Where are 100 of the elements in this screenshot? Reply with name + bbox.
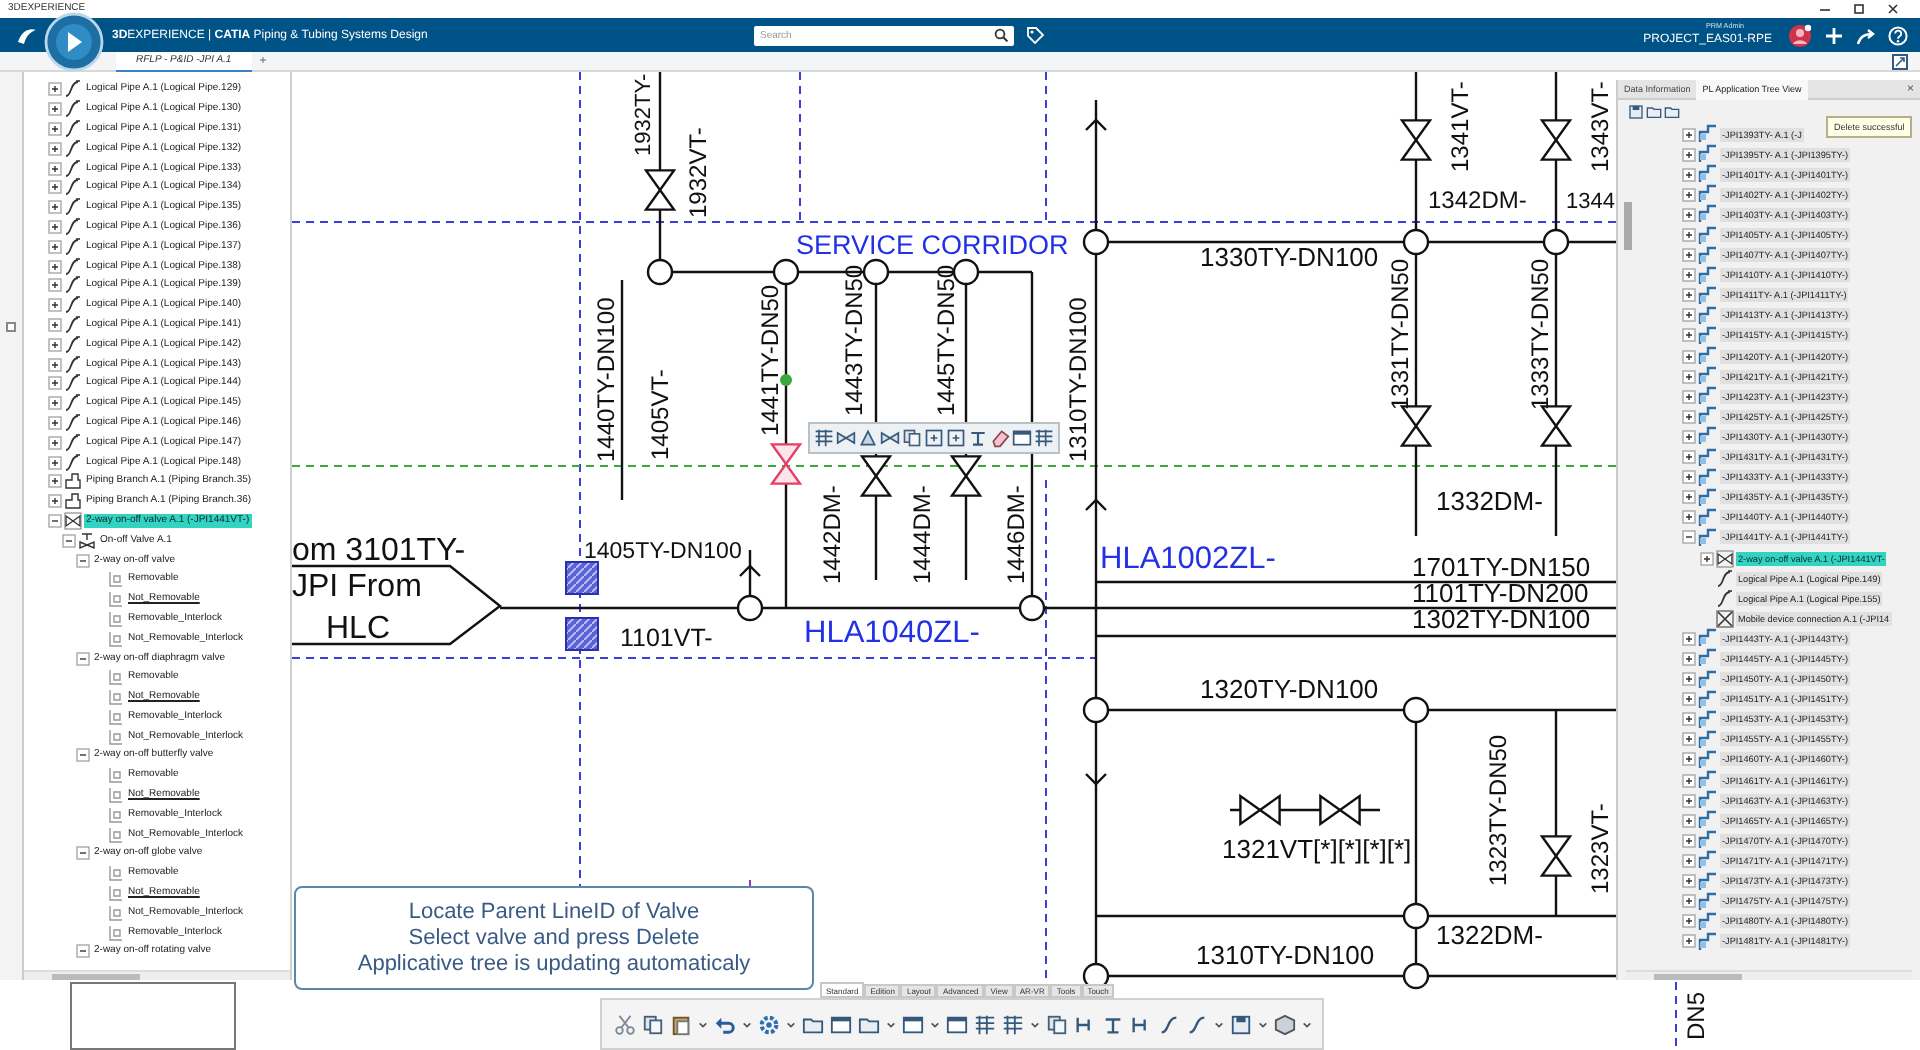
expand-icon[interactable] — [1682, 692, 1696, 707]
search-icon[interactable] — [994, 28, 1008, 42]
expand-icon[interactable] — [1682, 813, 1696, 828]
folder-icon[interactable] — [858, 1013, 880, 1035]
expand-icon[interactable] — [1892, 53, 1908, 69]
eraser-icon[interactable] — [990, 428, 1010, 448]
scroll-thumb[interactable] — [1624, 202, 1632, 250]
expand-icon[interactable] — [1682, 308, 1696, 323]
expand-icon[interactable] — [1682, 672, 1696, 687]
grid-icon[interactable] — [1034, 428, 1054, 448]
caret-icon[interactable] — [698, 1019, 708, 1029]
avatar-icon[interactable] — [1788, 23, 1812, 47]
plus-icon[interactable] — [1824, 25, 1844, 45]
collapse-icon[interactable] — [76, 651, 90, 665]
caret-icon[interactable] — [1302, 1019, 1312, 1029]
expand-icon[interactable] — [48, 180, 62, 195]
expand-icon[interactable] — [48, 161, 62, 176]
expand-icon[interactable] — [48, 357, 62, 372]
pipe-icon[interactable] — [1158, 1013, 1180, 1035]
expand-icon[interactable] — [48, 121, 62, 136]
expand-icon[interactable] — [48, 376, 62, 391]
window-icon[interactable] — [902, 1013, 924, 1035]
expand-icon[interactable] — [48, 298, 62, 313]
grid-icon[interactable] — [974, 1013, 996, 1035]
collapse-icon[interactable] — [76, 748, 90, 763]
expand-icon[interactable] — [1682, 773, 1696, 788]
expand-icon[interactable] — [1682, 228, 1696, 243]
expand-icon[interactable] — [1682, 450, 1696, 465]
caret-icon[interactable] — [886, 1019, 896, 1029]
collapse-icon[interactable] — [76, 553, 90, 568]
caret-icon[interactable] — [1030, 1019, 1040, 1029]
branch-icon[interactable] — [1074, 1013, 1096, 1035]
expand-icon[interactable] — [48, 102, 62, 117]
expand-icon[interactable] — [48, 82, 62, 97]
expand-icon[interactable] — [1682, 732, 1696, 747]
expand-icon[interactable] — [1682, 429, 1696, 444]
expand-icon[interactable] — [1682, 631, 1696, 646]
expand-icon[interactable] — [48, 396, 62, 411]
floppy-icon[interactable] — [1628, 103, 1644, 119]
collapse-icon[interactable] — [76, 846, 90, 861]
expand-icon[interactable] — [1700, 551, 1714, 566]
valve-icon[interactable] — [643, 169, 677, 211]
logo-icon[interactable] — [16, 25, 38, 45]
expand-icon[interactable] — [1682, 167, 1696, 182]
expand-icon[interactable] — [1682, 288, 1696, 303]
expand-icon[interactable] — [1682, 793, 1696, 808]
collapse-icon[interactable] — [62, 533, 76, 548]
tee-icon[interactable] — [968, 428, 988, 448]
collapse-icon[interactable] — [76, 944, 90, 959]
cube-icon[interactable] — [1274, 1013, 1296, 1035]
expand-icon[interactable] — [1682, 853, 1696, 868]
expand-icon[interactable] — [1682, 409, 1696, 424]
caret-icon[interactable] — [786, 1019, 796, 1029]
expand-icon[interactable] — [1682, 328, 1696, 343]
valve-icon[interactable] — [949, 455, 983, 497]
expand-icon[interactable] — [48, 337, 62, 352]
branch-icon[interactable] — [1130, 1013, 1152, 1035]
caret-icon[interactable] — [742, 1019, 752, 1029]
caret-icon[interactable] — [1258, 1019, 1268, 1029]
valve-icon[interactable] — [1539, 119, 1573, 161]
tee-icon[interactable] — [1102, 1013, 1124, 1035]
expand-icon[interactable] — [1682, 470, 1696, 485]
valve-icon[interactable] — [1539, 835, 1573, 877]
expand-icon[interactable] — [1682, 389, 1696, 404]
gear-icon[interactable] — [758, 1013, 780, 1035]
expand-icon[interactable] — [48, 474, 62, 489]
valve-icon[interactable] — [836, 428, 856, 448]
expand-icon[interactable] — [48, 239, 62, 254]
expand-icon[interactable] — [48, 259, 62, 274]
window-icon[interactable] — [946, 1013, 968, 1035]
expand-icon[interactable] — [1682, 651, 1696, 666]
frame-icon[interactable] — [946, 428, 966, 448]
share-icon[interactable] — [1856, 25, 1876, 45]
expand-icon[interactable] — [1682, 752, 1696, 767]
expand-icon[interactable] — [48, 435, 62, 450]
floppy-icon[interactable] — [1230, 1013, 1252, 1035]
maximize-icon[interactable] — [1852, 2, 1866, 16]
caret-icon[interactable] — [930, 1019, 940, 1029]
scroll-thumb[interactable] — [1654, 974, 1742, 980]
valve-icon[interactable] — [859, 455, 893, 497]
close-icon[interactable] — [1886, 2, 1900, 16]
expand-icon[interactable] — [1682, 914, 1696, 929]
frame-icon[interactable] — [924, 428, 944, 448]
pipe-icon[interactable] — [1186, 1013, 1208, 1035]
expand-icon[interactable] — [48, 278, 62, 293]
undo-icon[interactable] — [714, 1013, 736, 1035]
expand-icon[interactable] — [1682, 248, 1696, 263]
expand-icon[interactable] — [1682, 510, 1696, 525]
copy-icon[interactable] — [1046, 1013, 1068, 1035]
valve-icon[interactable] — [880, 428, 900, 448]
expand-icon[interactable] — [1682, 712, 1696, 727]
valve-icon[interactable] — [1399, 119, 1433, 161]
expand-icon[interactable] — [48, 219, 62, 234]
valve-icon[interactable] — [1239, 793, 1281, 827]
window-icon[interactable] — [830, 1013, 852, 1035]
grid-icon[interactable] — [1002, 1013, 1024, 1035]
collapse-icon[interactable] — [1682, 530, 1696, 545]
expand-icon[interactable] — [1682, 207, 1696, 222]
expand-icon[interactable] — [48, 200, 62, 215]
expand-icon[interactable] — [1682, 268, 1696, 283]
